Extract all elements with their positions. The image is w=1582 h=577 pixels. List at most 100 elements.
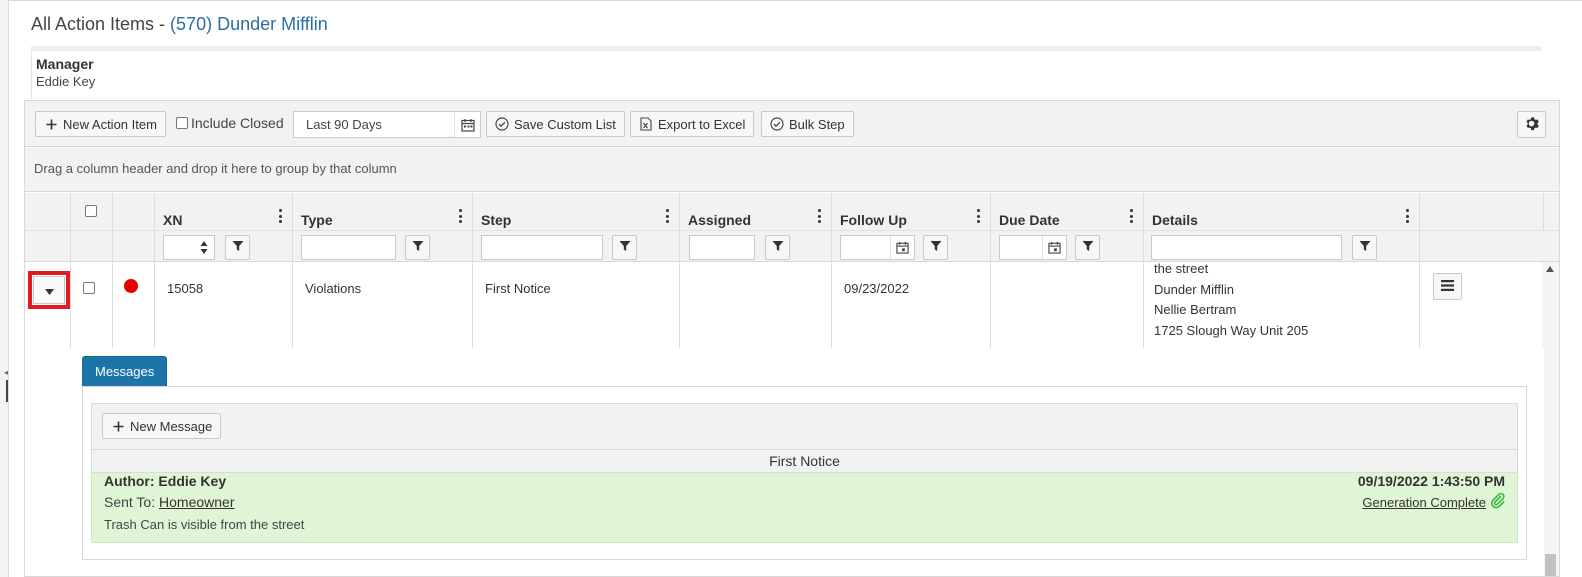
grid-scrollbar[interactable]	[1542, 262, 1559, 576]
paperclip-icon[interactable]	[1490, 492, 1505, 512]
follow-up-filter-input[interactable]	[840, 235, 915, 260]
column-divider	[990, 231, 991, 262]
cell-xn: 15058	[155, 262, 293, 348]
column-header-details[interactable]: Details	[1144, 193, 1420, 231]
follow-up-filter-button[interactable]	[923, 235, 948, 260]
column-menu-icon[interactable]	[663, 209, 671, 223]
message-author: Author: Eddie Key	[104, 473, 227, 489]
save-custom-list-label: Save Custom List	[514, 116, 616, 132]
column-menu-icon[interactable]	[276, 209, 284, 223]
column-header-step[interactable]: Step	[473, 193, 680, 231]
status-dot-indicator	[124, 279, 138, 293]
column-header-row: XN Type Step Assigned Follow Up Due Date…	[25, 193, 1559, 231]
column-header-follow-up[interactable]: Follow Up	[832, 193, 991, 231]
cell-step: First Notice	[473, 262, 680, 348]
status-column-header	[113, 193, 155, 231]
column-menu-icon[interactable]	[1403, 209, 1411, 223]
filter-icon	[619, 240, 631, 255]
column-divider	[1419, 262, 1420, 348]
details-filter-input[interactable]	[1151, 235, 1342, 260]
messages-toolbar: New Message	[91, 403, 1518, 450]
page-title: All Action Items - (570) Dunder Mifflin	[31, 14, 328, 35]
select-all-checkbox[interactable]	[85, 205, 97, 217]
grid-settings-button[interactable]	[1517, 111, 1546, 138]
due-date-filter-input[interactable]	[999, 235, 1067, 260]
column-header-step-label: Step	[481, 212, 512, 228]
generation-complete-link[interactable]: Generation Complete	[1362, 495, 1486, 510]
assigned-filter-button[interactable]	[765, 235, 790, 260]
new-action-item-button[interactable]: New Action Item	[35, 111, 166, 137]
manager-name: Eddie Key	[36, 74, 96, 89]
column-menu-icon[interactable]	[815, 209, 823, 223]
date-range-picker[interactable]: Last 90 Days	[293, 111, 481, 138]
cell-type-value: Violations	[305, 281, 362, 296]
actions-column-header	[1420, 193, 1544, 231]
xn-filter-input[interactable]	[163, 235, 215, 260]
assigned-filter-input[interactable]	[689, 235, 755, 260]
filter-icon	[930, 240, 942, 255]
collapse-arrow-icon[interactable]: ◂	[4, 368, 8, 377]
plus-icon	[44, 117, 58, 131]
sent-to-recipient-link[interactable]: Homeowner	[159, 494, 234, 510]
include-closed-toggle[interactable]: Include Closed	[176, 115, 284, 131]
manager-label: Manager	[36, 56, 94, 72]
scroll-thumb[interactable]	[1545, 554, 1556, 576]
export-excel-button[interactable]: Export to Excel	[630, 111, 755, 137]
step-filter-button[interactable]	[612, 235, 637, 260]
column-header-due-date[interactable]: Due Date	[991, 193, 1144, 231]
check-circle-icon	[495, 117, 509, 131]
row-expand-button[interactable]	[33, 276, 65, 304]
details-filter-button[interactable]	[1352, 235, 1377, 260]
column-header-type[interactable]: Type	[293, 193, 473, 231]
column-divider	[679, 231, 680, 262]
table-row[interactable]: 15058 Violations First Notice 09/23/2022	[25, 262, 1559, 348]
filter-icon	[412, 240, 424, 255]
column-divider	[472, 231, 473, 262]
xn-filter-button[interactable]	[225, 235, 250, 260]
filter-icon	[1082, 240, 1094, 255]
expand-column-header	[25, 193, 71, 231]
message-sent-to: Sent To: Homeowner	[104, 494, 235, 510]
column-header-assigned-label: Assigned	[688, 212, 752, 228]
column-divider	[831, 231, 832, 262]
include-closed-label: Include Closed	[191, 115, 284, 131]
details-line: Dunder Mifflin	[1154, 281, 1234, 297]
bulk-step-button[interactable]: Bulk Step	[761, 111, 854, 137]
cell-due-date	[991, 262, 1144, 348]
column-divider	[154, 231, 155, 262]
export-excel-label: Export to Excel	[658, 116, 746, 132]
check-circle-icon	[770, 117, 784, 131]
group-by-hint[interactable]: Drag a column header and drop it here to…	[25, 148, 1559, 192]
due-date-filter-button[interactable]	[1075, 235, 1100, 260]
include-closed-checkbox[interactable]	[176, 117, 188, 129]
row-expand-button-highlight[interactable]	[28, 271, 70, 309]
column-header-assigned[interactable]: Assigned	[680, 193, 832, 231]
column-header-xn[interactable]: XN	[155, 193, 293, 231]
calendar-icon[interactable]	[890, 236, 914, 259]
org-link[interactable]: (570) Dunder Mifflin	[170, 14, 328, 34]
scroll-up-arrow-icon[interactable]	[1546, 266, 1554, 272]
spinner-icon[interactable]	[200, 239, 208, 256]
message-text: Trash Can is visible from the street	[104, 517, 305, 532]
new-message-label: New Message	[130, 418, 213, 434]
details-line: Nellie Bertram	[1154, 302, 1237, 317]
type-filter-button[interactable]	[405, 235, 430, 260]
column-divider	[112, 231, 113, 262]
row-select-checkbox[interactable]	[83, 282, 95, 294]
column-menu-icon[interactable]	[456, 209, 464, 223]
calendar-icon[interactable]	[1042, 236, 1066, 259]
calendar-icon[interactable]	[454, 112, 480, 137]
column-menu-icon[interactable]	[974, 209, 982, 223]
step-filter-input[interactable]	[481, 235, 603, 260]
resize-handle[interactable]	[6, 380, 8, 402]
column-menu-icon[interactable]	[1127, 209, 1135, 223]
new-message-button[interactable]: New Message	[102, 413, 222, 439]
gear-icon	[1524, 116, 1539, 134]
action-items-grid: New Action Item Include Closed Last 90 D…	[24, 100, 1560, 577]
cell-step-value: First Notice	[485, 281, 551, 296]
tab-messages[interactable]: Messages	[82, 356, 168, 387]
save-custom-list-button[interactable]: Save Custom List	[486, 111, 625, 137]
column-header-details-label: Details	[1152, 212, 1198, 228]
row-actions-menu-button[interactable]	[1433, 273, 1462, 300]
type-filter-input[interactable]	[301, 235, 396, 260]
